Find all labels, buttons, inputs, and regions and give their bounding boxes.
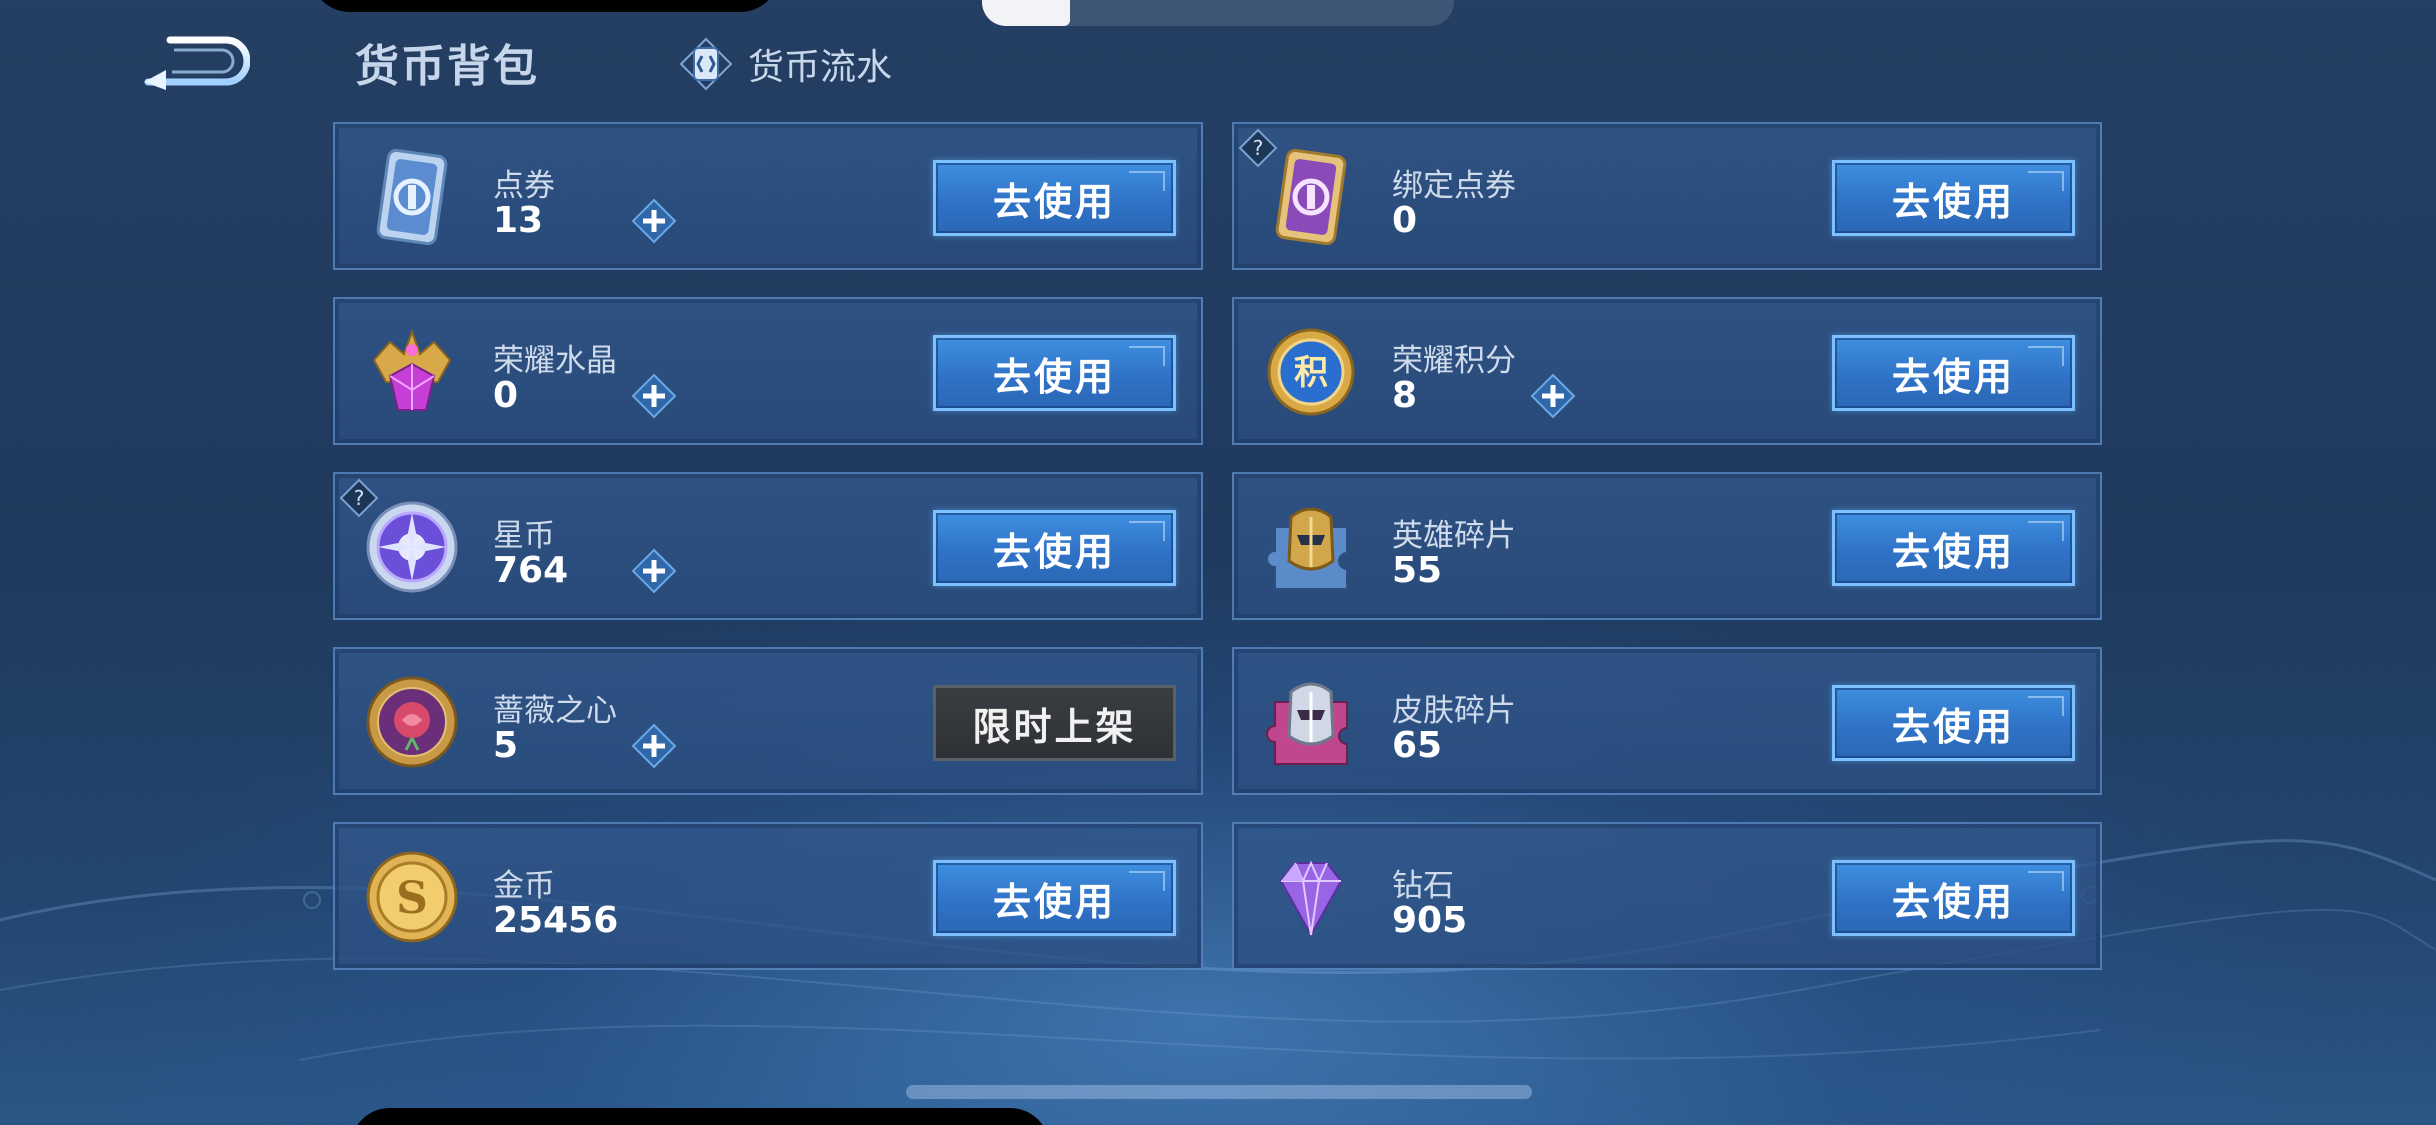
currency-amount: 0 (1392, 200, 1418, 241)
page-title: 货币背包 (355, 41, 539, 92)
use-button[interactable]: 去使用 (933, 860, 1176, 936)
currency-amount: 5 (493, 725, 519, 766)
currency-amount: 0 (493, 375, 519, 416)
currency-amount: 905 (1392, 900, 1468, 941)
star-coin-icon (357, 492, 467, 602)
currency-name: 英雄碎片 (1392, 518, 1516, 554)
currency-card-gold-coin: S 金币 25456 去使用 (333, 822, 1203, 970)
use-button[interactable]: 去使用 (1832, 160, 2075, 236)
add-plus-icon[interactable] (631, 198, 677, 244)
add-plus-icon[interactable] (1530, 373, 1576, 419)
home-indicator[interactable] (906, 1085, 1532, 1099)
currency-name: 绑定点券 (1392, 168, 1516, 204)
back-button[interactable] (140, 32, 251, 92)
glory-crystal-icon (357, 317, 467, 427)
currency-flow-label: 货币流水 (748, 47, 893, 88)
use-button[interactable]: 去使用 (933, 510, 1176, 586)
currency-flow-link[interactable]: 货币流水 (678, 36, 892, 92)
coupon-purple-icon (1256, 142, 1366, 252)
currency-card-rose-heart: 蔷薇之心 5 限时上架 (333, 647, 1203, 795)
use-button[interactable]: 去使用 (1832, 510, 2075, 586)
currency-name: 星币 (493, 518, 555, 554)
currency-amount: 25456 (493, 900, 619, 941)
limited-time-button: 限时上架 (933, 685, 1176, 761)
currency-card-skin-fragment: 皮肤碎片 65 去使用 (1232, 647, 2102, 795)
glory-points-icon: 积 (1256, 317, 1366, 427)
currency-name: 金币 (493, 868, 555, 904)
currency-flow-icon (679, 37, 733, 91)
currency-card-glory-crystal: 荣耀水晶 0 去使用 (333, 297, 1203, 445)
status-pill (982, 0, 1454, 26)
rose-heart-icon (357, 667, 467, 777)
skin-fragment-icon (1256, 667, 1366, 777)
currency-name: 钻石 (1392, 868, 1454, 904)
currency-card-bound-coupon: ? 绑定点券 0 去使用 (1232, 122, 2102, 270)
diamond-icon (1256, 842, 1366, 952)
add-plus-icon[interactable] (631, 723, 677, 769)
screen-notch (310, 0, 780, 12)
add-plus-icon[interactable] (631, 548, 677, 594)
currency-card-hero-fragment: 英雄碎片 55 去使用 (1232, 472, 2102, 620)
glory-points-glyph: 积 (1294, 353, 1328, 393)
coupon-blue-icon (357, 142, 467, 252)
currency-amount: 8 (1392, 375, 1418, 416)
currency-amount: 764 (493, 550, 569, 591)
gold-coin-glyph: S (396, 873, 428, 924)
currency-amount: 65 (1392, 725, 1443, 766)
currency-card-coupon: 点券 13 去使用 (333, 122, 1203, 270)
currency-card-glory-points: 积 荣耀积分 8 去使用 (1232, 297, 2102, 445)
hero-fragment-icon (1256, 492, 1366, 602)
currency-card-star-coin: ? 星币 764 去使用 (333, 472, 1203, 620)
currency-name: 荣耀积分 (1392, 343, 1516, 379)
use-button[interactable]: 去使用 (933, 335, 1176, 411)
currency-name: 蔷薇之心 (493, 693, 617, 729)
back-arrow-icon (144, 36, 251, 90)
currency-name: 皮肤碎片 (1392, 693, 1516, 729)
currency-name: 荣耀水晶 (493, 343, 617, 379)
currency-amount: 55 (1392, 550, 1443, 591)
currency-name: 点券 (493, 168, 555, 204)
screen-bottom-corner (350, 1108, 1050, 1125)
use-button[interactable]: 去使用 (1832, 335, 2075, 411)
currency-amount: 13 (493, 200, 544, 241)
gold-coin-icon: S (357, 842, 467, 952)
use-button[interactable]: 去使用 (1832, 685, 2075, 761)
use-button[interactable]: 去使用 (1832, 860, 2075, 936)
currency-card-diamond: 钻石 905 去使用 (1232, 822, 2102, 970)
add-plus-icon[interactable] (631, 373, 677, 419)
use-button[interactable]: 去使用 (933, 160, 1176, 236)
